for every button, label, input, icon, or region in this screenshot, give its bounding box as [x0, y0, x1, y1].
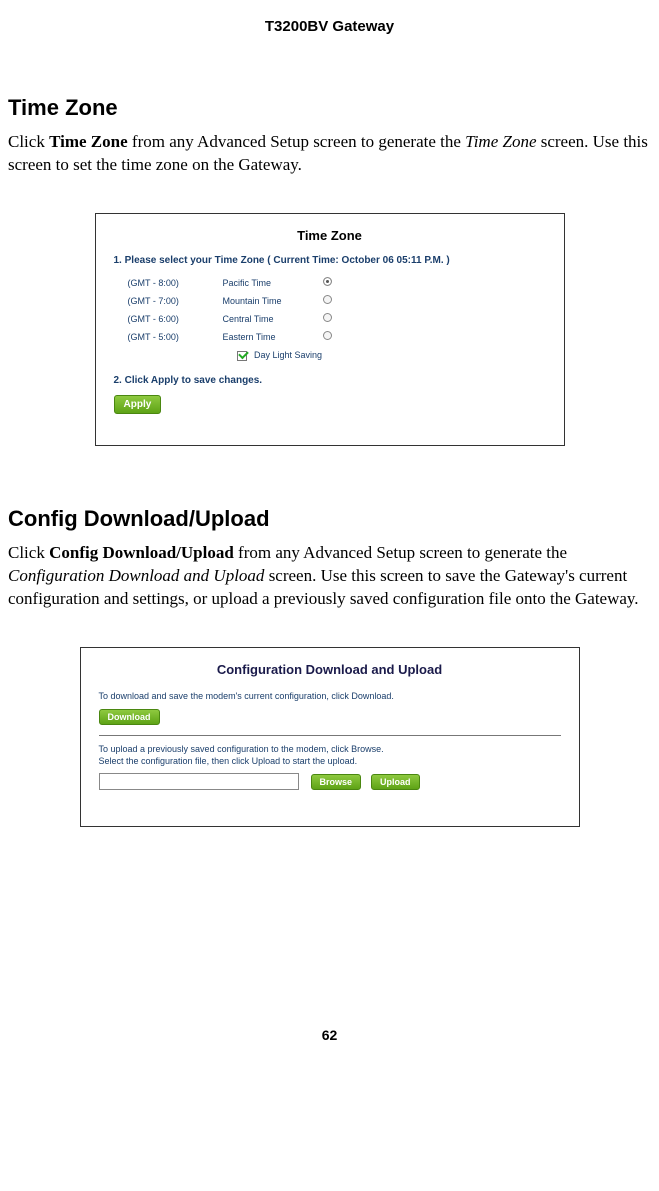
file-path-input[interactable] [99, 773, 299, 790]
tz-gmt: (GMT - 8:00) [128, 278, 223, 288]
section-para-config: Click Config Download/Upload from any Ad… [8, 542, 651, 611]
timezone-screenshot: Time Zone 1. Please select your Time Zon… [95, 213, 565, 446]
radio-icon[interactable] [323, 295, 332, 304]
tz-table: (GMT - 8:00) Pacific Time (GMT - 7:00) M… [128, 274, 546, 361]
tz-daylight-label: Day Light Saving [254, 350, 322, 360]
tz-panel-title: Time Zone [114, 228, 546, 243]
para-italic: Time Zone [465, 132, 536, 151]
tz-step2: 2. Click Apply to save changes. [114, 375, 546, 386]
section-heading-timezone: Time Zone [8, 95, 651, 121]
page-number: 62 [8, 1027, 651, 1043]
radio-icon[interactable] [323, 331, 332, 340]
page-header-title: T3200BV Gateway [8, 18, 651, 35]
para-italic: Configuration Download and Upload [8, 566, 264, 585]
tz-gmt: (GMT - 5:00) [128, 332, 223, 342]
para-text: Click [8, 132, 49, 151]
tz-row: (GMT - 5:00) Eastern Time [128, 328, 546, 346]
browse-button[interactable]: Browse [311, 774, 362, 790]
tz-row: (GMT - 6:00) Central Time [128, 310, 546, 328]
para-text: from any Advanced Setup screen to genera… [234, 543, 567, 562]
tz-name: Pacific Time [223, 278, 313, 288]
tz-gmt: (GMT - 6:00) [128, 314, 223, 324]
para-text: from any Advanced Setup screen to genera… [128, 132, 466, 151]
cfg-upload-row: Browse Upload [99, 772, 561, 790]
radio-icon[interactable] [323, 313, 332, 322]
section-para-timezone: Click Time Zone from any Advanced Setup … [8, 131, 651, 177]
tz-row: (GMT - 8:00) Pacific Time [128, 274, 546, 292]
tz-name: Central Time [223, 314, 313, 324]
section-heading-config: Config Download/Upload [8, 506, 651, 532]
checkbox-icon[interactable] [237, 351, 247, 361]
config-screenshot: Configuration Download and Upload To dow… [80, 647, 580, 827]
cfg-text1: To download and save the modem's current… [99, 691, 561, 701]
para-text: Click [8, 543, 49, 562]
tz-daylight-row: Day Light Saving [237, 350, 546, 361]
tz-step1: 1. Please select your Time Zone ( Curren… [114, 255, 546, 266]
tz-name: Eastern Time [223, 332, 313, 342]
cfg-text2a: To upload a previously saved configurati… [99, 744, 561, 754]
cfg-text2b: Select the configuration file, then clic… [99, 756, 561, 766]
tz-name: Mountain Time [223, 296, 313, 306]
divider [99, 735, 561, 736]
cfg-panel-title: Configuration Download and Upload [99, 662, 561, 677]
download-button[interactable]: Download [99, 709, 160, 725]
upload-button[interactable]: Upload [371, 774, 420, 790]
radio-icon[interactable] [323, 277, 332, 286]
apply-button[interactable]: Apply [114, 395, 162, 414]
para-bold: Time Zone [49, 132, 128, 151]
tz-gmt: (GMT - 7:00) [128, 296, 223, 306]
tz-row: (GMT - 7:00) Mountain Time [128, 292, 546, 310]
para-bold: Config Download/Upload [49, 543, 234, 562]
